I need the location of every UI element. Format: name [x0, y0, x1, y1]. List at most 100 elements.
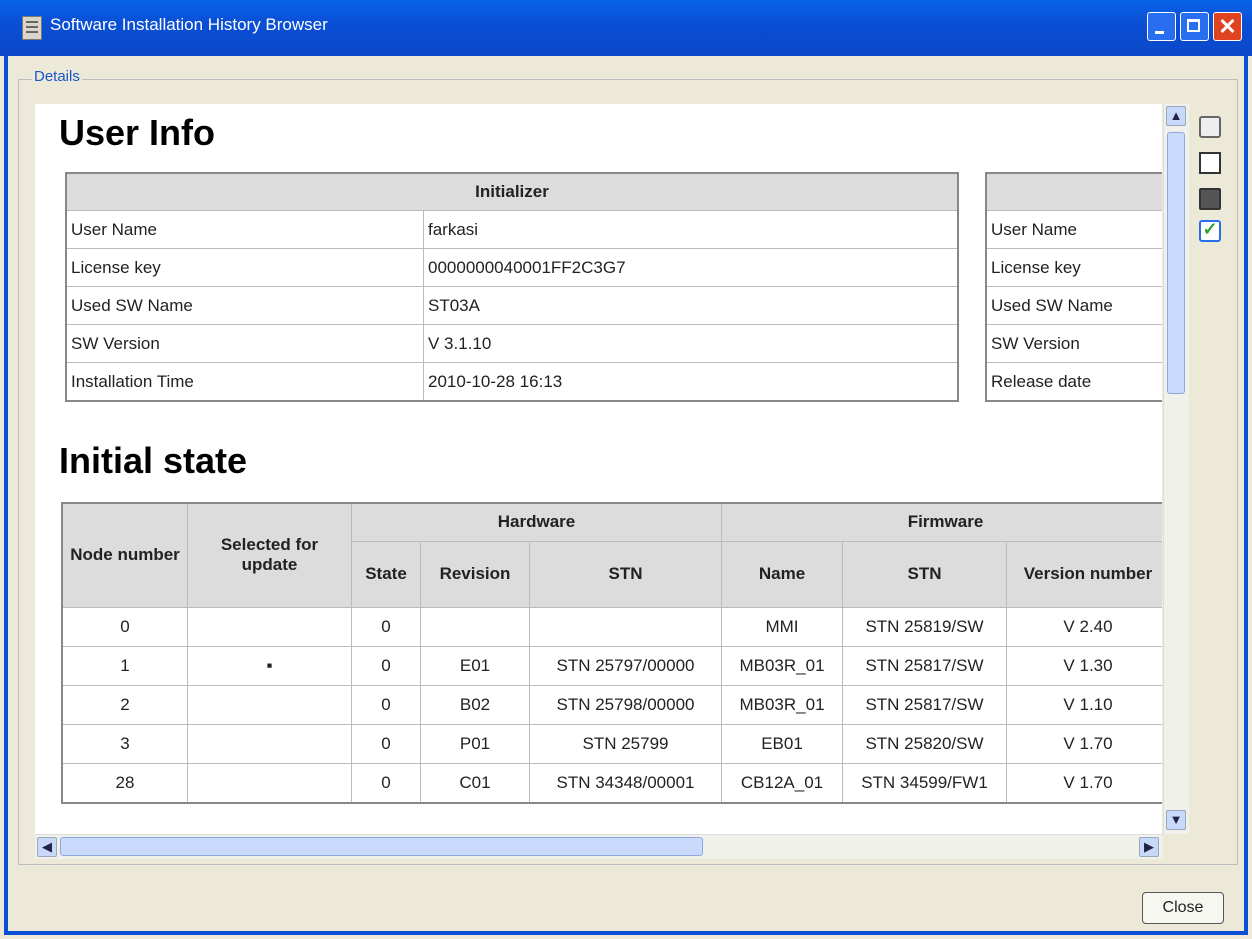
field-label: User Name: [985, 210, 1162, 249]
horizontal-scroll-thumb[interactable]: [60, 837, 703, 856]
fw-stn-cell: STN 25820/SW: [842, 723, 1007, 764]
print-preview-icon[interactable]: [1199, 152, 1221, 174]
table-row: Release date: [985, 362, 1162, 402]
scroll-right-button[interactable]: ▶: [1139, 837, 1159, 857]
second-info-header: [985, 172, 1162, 211]
node-cell: 3: [61, 723, 188, 764]
details-label: Details: [32, 68, 82, 85]
table-row: SW Version: [985, 324, 1162, 363]
version-cell: V 1.70: [1006, 762, 1162, 803]
field-label: User Name: [65, 210, 424, 249]
table-row: Used SW Name ST03A: [65, 286, 959, 325]
fw-name-cell: CB12A_01: [721, 762, 843, 803]
revision-cell: E01: [420, 645, 530, 686]
maximize-button[interactable]: [1180, 12, 1209, 41]
version-cell: V 1.30: [1006, 645, 1162, 686]
table-row: 3 0 P01 STN 25799 EB01 STN 25820/SW V 1.…: [61, 723, 1162, 764]
print-icon[interactable]: [1199, 116, 1221, 138]
fw-name-cell: MB03R_01: [721, 645, 843, 686]
state-cell: 0: [351, 723, 421, 764]
field-value: 2010-10-28 16:13: [423, 362, 959, 402]
state-cell: 0: [351, 606, 421, 647]
hw-stn-cell: [529, 606, 722, 647]
version-header: Version number: [1006, 540, 1162, 608]
revision-cell: B02: [420, 684, 530, 725]
initializer-header: Initializer: [65, 172, 959, 211]
field-label: SW Version: [65, 324, 424, 363]
initializer-table: Initializer User Name farkasi License key…: [65, 172, 959, 402]
vertical-scroll-thumb[interactable]: [1167, 132, 1185, 394]
node-number-header: Node number: [61, 502, 188, 608]
title-bar: Software Installation History Browser ✕: [0, 0, 1252, 56]
hw-stn-cell: STN 34348/00001: [529, 762, 722, 803]
close-icon: ✕: [1218, 14, 1237, 39]
window-title: Software Installation History Browser: [50, 15, 328, 34]
node-cell: 1: [61, 645, 188, 686]
field-label: SW Version: [985, 324, 1162, 363]
state-cell: 0: [351, 684, 421, 725]
field-value: V 3.1.10: [423, 324, 959, 363]
hardware-header: Hardware: [351, 502, 722, 542]
save-icon[interactable]: [1199, 188, 1221, 210]
selected-header: Selected for update: [187, 502, 352, 608]
scroll-up-button[interactable]: ▲: [1166, 106, 1186, 126]
revision-cell: [420, 606, 530, 647]
table-row: Installation Time 2010-10-28 16:13: [65, 362, 959, 402]
hw-stn-cell: STN 25798/00000: [529, 684, 722, 725]
hw-stn-cell: STN 25799: [529, 723, 722, 764]
revision-cell: C01: [420, 762, 530, 803]
table-row: Used SW Name: [985, 286, 1162, 325]
field-label: License key: [985, 248, 1162, 287]
check-icon[interactable]: ✓: [1199, 219, 1221, 242]
fw-name-cell: EB01: [721, 723, 843, 764]
version-cell: V 1.10: [1006, 684, 1162, 725]
version-cell: V 1.70: [1006, 723, 1162, 764]
field-label: Used SW Name: [65, 286, 424, 325]
selected-cell: [187, 762, 352, 803]
field-label: Used SW Name: [985, 286, 1162, 325]
revision-header: Revision: [420, 540, 530, 608]
state-cell: 0: [351, 762, 421, 803]
app-icon: [22, 16, 42, 40]
fw-stn-cell: STN 34599/FW1: [842, 762, 1007, 803]
field-label: License key: [65, 248, 424, 287]
minimize-button[interactable]: [1147, 12, 1176, 41]
checkmark-glyph: ✓: [1202, 219, 1218, 239]
table-row: License key: [985, 248, 1162, 287]
close-button[interactable]: Close: [1142, 892, 1224, 924]
version-cell: V 2.40: [1006, 606, 1162, 647]
selected-cell: [187, 684, 352, 725]
table-row: SW Version V 3.1.10: [65, 324, 959, 363]
scroll-left-button[interactable]: ◀: [37, 837, 57, 857]
node-cell: 0: [61, 606, 188, 647]
fw-stn-cell: STN 25819/SW: [842, 606, 1007, 647]
fw-stn-header: STN: [842, 540, 1007, 608]
firmware-header: Firmware: [721, 502, 1162, 542]
revision-cell: P01: [420, 723, 530, 764]
selected-cell: [187, 723, 352, 764]
field-label: Release date: [985, 362, 1162, 402]
table-row: User Name: [985, 210, 1162, 249]
fw-stn-cell: STN 25817/SW: [842, 684, 1007, 725]
table-row: 2 0 B02 STN 25798/00000 MB03R_01 STN 258…: [61, 684, 1162, 725]
close-window-button[interactable]: ✕: [1213, 12, 1242, 41]
initial-state-table: Node number Selected for update Hardware…: [61, 502, 1162, 804]
field-label: Installation Time: [65, 362, 424, 402]
user-info-heading: User Info: [59, 112, 216, 153]
table-row: 0 0 MMI STN 25819/SW V 2.40: [61, 606, 1162, 647]
state-cell: 0: [351, 645, 421, 686]
scroll-down-button[interactable]: ▼: [1166, 810, 1186, 830]
state-header: State: [351, 540, 421, 608]
field-value: 0000000040001FF2C3G7: [423, 248, 959, 287]
initial-state-heading: Initial state: [59, 440, 248, 481]
table-row: User Name farkasi: [65, 210, 959, 249]
second-info-table: User Name License key Used SW Name SW Ve…: [985, 172, 1162, 402]
node-cell: 2: [61, 684, 188, 725]
table-row: License key 0000000040001FF2C3G7: [65, 248, 959, 287]
fw-stn-cell: STN 25817/SW: [842, 645, 1007, 686]
details-viewport[interactable]: User Info Initializer User Name farkasi L…: [35, 104, 1162, 834]
hw-stn-header: STN: [529, 540, 722, 608]
field-value: farkasi: [423, 210, 959, 249]
fw-name-cell: MMI: [721, 606, 843, 647]
selected-cell: [187, 606, 352, 647]
